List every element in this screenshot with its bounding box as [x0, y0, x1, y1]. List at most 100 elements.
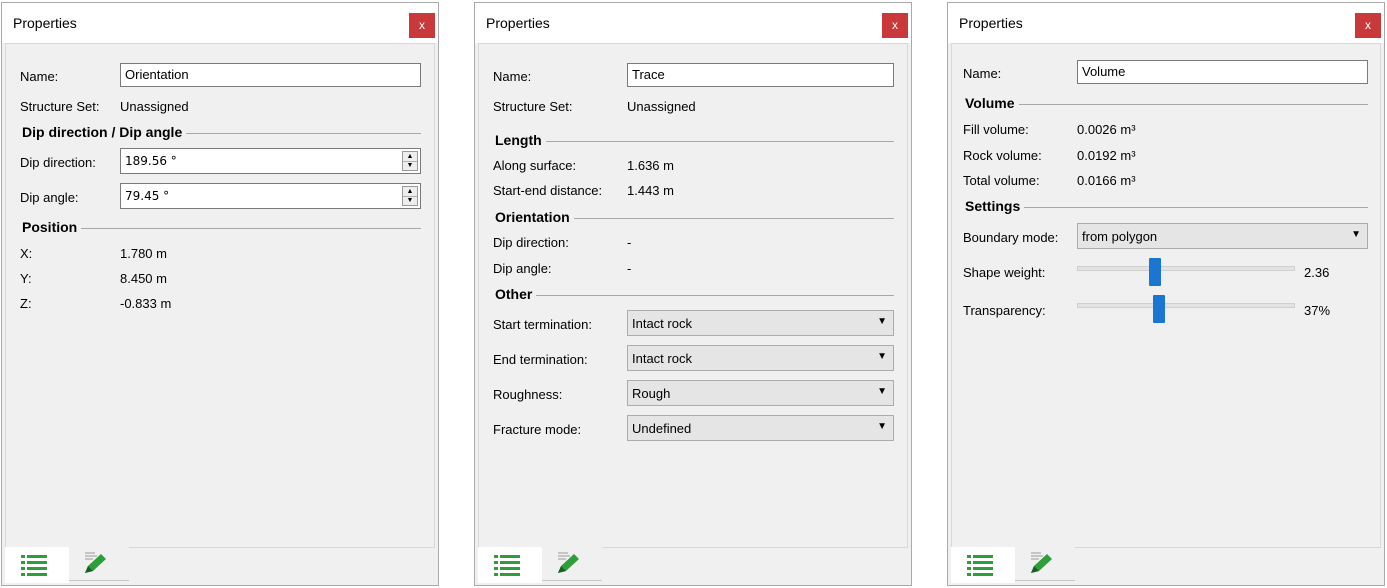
- rock-volume-label: Rock volume:: [963, 148, 1042, 163]
- section-divider: [495, 295, 894, 296]
- name-input[interactable]: Volume: [1077, 60, 1368, 84]
- structure-set-label: Structure Set:: [493, 99, 573, 114]
- dip-angle-label: Dip angle:: [20, 190, 79, 205]
- properties-panel-volume: Properties x Name: Volume Volume Fill vo…: [947, 2, 1385, 586]
- dropdown-arrow-icon: ▼: [877, 316, 887, 327]
- panel-title: Properties: [959, 15, 1023, 31]
- end-termination-dropdown[interactable]: Intact rock ▼: [627, 345, 894, 371]
- dip-direction-label: Dip direction:: [20, 155, 96, 170]
- panel-content: Name: Trace Structure Set: Unassigned Le…: [478, 43, 908, 548]
- close-button[interactable]: x: [409, 13, 435, 38]
- dip-direction-value[interactable]: 189.56 °: [125, 154, 177, 168]
- spin-buttons[interactable]: ▲ ▼: [402, 151, 418, 171]
- boundary-mode-value: from polygon: [1082, 229, 1158, 244]
- section-orientation-header: Orientation: [495, 209, 894, 227]
- section-title: Position: [22, 219, 82, 235]
- spin-down-icon[interactable]: ▼: [403, 196, 417, 205]
- roughness-label: Roughness:: [493, 387, 563, 402]
- section-dip-header: Dip direction / Dip angle: [22, 124, 421, 142]
- pencil-icon: [81, 551, 109, 577]
- section-divider: [22, 228, 421, 229]
- name-label: Name:: [963, 66, 1002, 81]
- dropdown-arrow-icon: ▼: [877, 386, 887, 397]
- section-title: Settings: [965, 198, 1025, 214]
- section-position-header: Position: [22, 219, 421, 237]
- list-icon: [21, 554, 49, 576]
- total-volume-value: 0.0166 m³: [1077, 173, 1136, 188]
- properties-panel-trace: Properties x Name: Trace Structure Set: …: [474, 2, 912, 586]
- slider-track[interactable]: [1077, 266, 1295, 271]
- spin-buttons[interactable]: ▲ ▼: [402, 186, 418, 206]
- transparency-value: 37%: [1304, 303, 1331, 318]
- section-volume-header: Volume: [965, 95, 1368, 113]
- start-end-distance-value: 1.443 m: [627, 183, 674, 198]
- shape-weight-label: Shape weight:: [963, 265, 1046, 280]
- section-divider: [495, 141, 894, 142]
- slider-track[interactable]: [1077, 303, 1295, 308]
- rock-volume-value: 0.0192 m³: [1077, 148, 1136, 163]
- section-title: Dip direction / Dip angle: [22, 124, 187, 140]
- tab-edit[interactable]: [69, 547, 129, 581]
- structure-set-value: Unassigned: [627, 99, 696, 114]
- section-settings-header: Settings: [965, 198, 1368, 216]
- dip-angle-spinbox[interactable]: 79.45 ° ▲ ▼: [120, 183, 421, 209]
- tab-properties[interactable]: [478, 547, 542, 583]
- section-title: Orientation: [495, 209, 574, 225]
- fill-volume-label: Fill volume:: [963, 122, 1029, 137]
- y-label: Y:: [20, 271, 32, 286]
- shape-weight-value: 2.36: [1304, 265, 1330, 280]
- close-button[interactable]: x: [882, 13, 908, 38]
- dip-direction-spinbox[interactable]: 189.56 ° ▲ ▼: [120, 148, 421, 174]
- start-termination-dropdown[interactable]: Intact rock ▼: [627, 310, 894, 336]
- slider-thumb[interactable]: [1149, 258, 1161, 286]
- z-label: Z:: [20, 296, 32, 311]
- section-divider: [965, 104, 1368, 105]
- section-title: Length: [495, 132, 546, 148]
- dropdown-arrow-icon: ▼: [877, 421, 887, 432]
- roughness-dropdown[interactable]: Rough ▼: [627, 380, 894, 406]
- pencil-icon: [1027, 551, 1055, 577]
- start-end-distance-label: Start-end distance:: [493, 183, 603, 198]
- list-icon: [494, 554, 522, 576]
- list-icon: [967, 554, 995, 576]
- fill-volume-value: 0.0026 m³: [1077, 122, 1136, 137]
- shape-weight-slider[interactable]: [1077, 258, 1295, 286]
- structure-set-label: Structure Set:: [20, 99, 100, 114]
- spin-down-icon[interactable]: ▼: [403, 161, 417, 170]
- boundary-mode-label: Boundary mode:: [963, 230, 1059, 245]
- start-termination-label: Start termination:: [493, 317, 592, 332]
- dropdown-arrow-icon: ▼: [877, 351, 887, 362]
- panel-content: Name: Volume Volume Fill volume: 0.0026 …: [951, 43, 1381, 548]
- section-length-header: Length: [495, 132, 894, 150]
- section-divider: [965, 207, 1368, 208]
- x-value: 1.780 m: [120, 246, 167, 261]
- fracture-mode-label: Fracture mode:: [493, 422, 582, 437]
- close-button[interactable]: x: [1355, 13, 1381, 38]
- along-surface-label: Along surface:: [493, 158, 577, 173]
- slider-thumb[interactable]: [1153, 295, 1165, 323]
- section-title: Volume: [965, 95, 1019, 111]
- boundary-mode-dropdown[interactable]: from polygon ▼: [1077, 223, 1368, 249]
- pencil-icon: [554, 551, 582, 577]
- name-input[interactable]: Trace: [627, 63, 894, 87]
- tab-properties[interactable]: [5, 547, 69, 583]
- name-input[interactable]: Orientation: [120, 63, 421, 87]
- roughness-value: Rough: [632, 386, 671, 401]
- tab-edit[interactable]: [542, 547, 602, 581]
- tab-edit[interactable]: [1015, 547, 1075, 581]
- panel-title: Properties: [486, 15, 550, 31]
- structure-set-value: Unassigned: [120, 99, 189, 114]
- fracture-mode-value: Undefined: [632, 421, 692, 436]
- x-label: X:: [20, 246, 33, 261]
- along-surface-value: 1.636 m: [627, 158, 674, 173]
- name-label: Name:: [493, 69, 532, 84]
- panel-titlebar: Properties x: [2, 3, 438, 43]
- tab-properties[interactable]: [951, 547, 1015, 583]
- fracture-mode-dropdown[interactable]: Undefined ▼: [627, 415, 894, 441]
- dip-angle-value[interactable]: 79.45 °: [125, 189, 169, 203]
- properties-panel-orientation: Properties x Name: Orientation Structure…: [1, 2, 439, 586]
- section-other-header: Other: [495, 286, 894, 304]
- transparency-slider[interactable]: [1077, 295, 1295, 323]
- section-title: Other: [495, 286, 537, 302]
- dip-angle-label: Dip angle:: [493, 261, 552, 276]
